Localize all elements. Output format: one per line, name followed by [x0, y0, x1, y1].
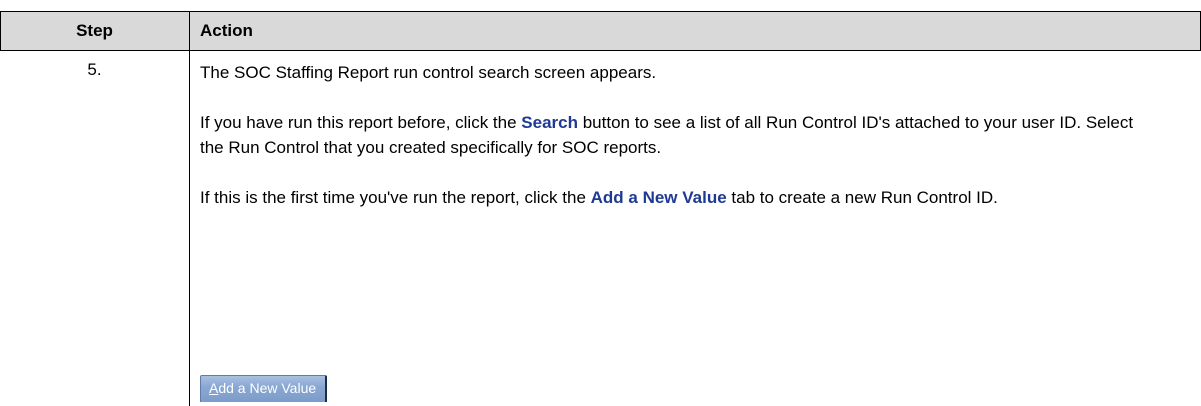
instruction-table: Step Action 5. The SOC Staffing Report r… [0, 0, 1201, 406]
search-keyword: Search [521, 113, 578, 132]
action-column-header: Action [200, 21, 253, 40]
accesskey-letter: A [209, 380, 219, 396]
step-column-header: Step [76, 21, 113, 40]
paragraph-text: The SOC Staffing Report run control sear… [200, 63, 657, 82]
add-a-new-value-tab[interactable]: Add a New Value [200, 375, 327, 402]
paragraph-text: tab to create a new Run Control ID. [726, 188, 998, 207]
add-new-value-keyword: Add a New Value [590, 188, 727, 207]
table-header-divider [0, 50, 1201, 51]
table-column-divider [189, 11, 190, 406]
paragraph-text: If you have run this report before, clic… [200, 113, 522, 132]
action-description: The SOC Staffing Report run control sear… [200, 60, 1160, 210]
tab-label: dd a New Value [218, 380, 317, 396]
action-paragraph-3: If this is the first time you've run the… [200, 185, 1160, 210]
action-paragraph-1: The SOC Staffing Report run control sear… [200, 60, 1160, 85]
paragraph-text: If this is the first time you've run the… [200, 188, 591, 207]
action-paragraph-2: If you have run this report before, clic… [200, 110, 1160, 160]
step-number: 5. [87, 60, 102, 79]
